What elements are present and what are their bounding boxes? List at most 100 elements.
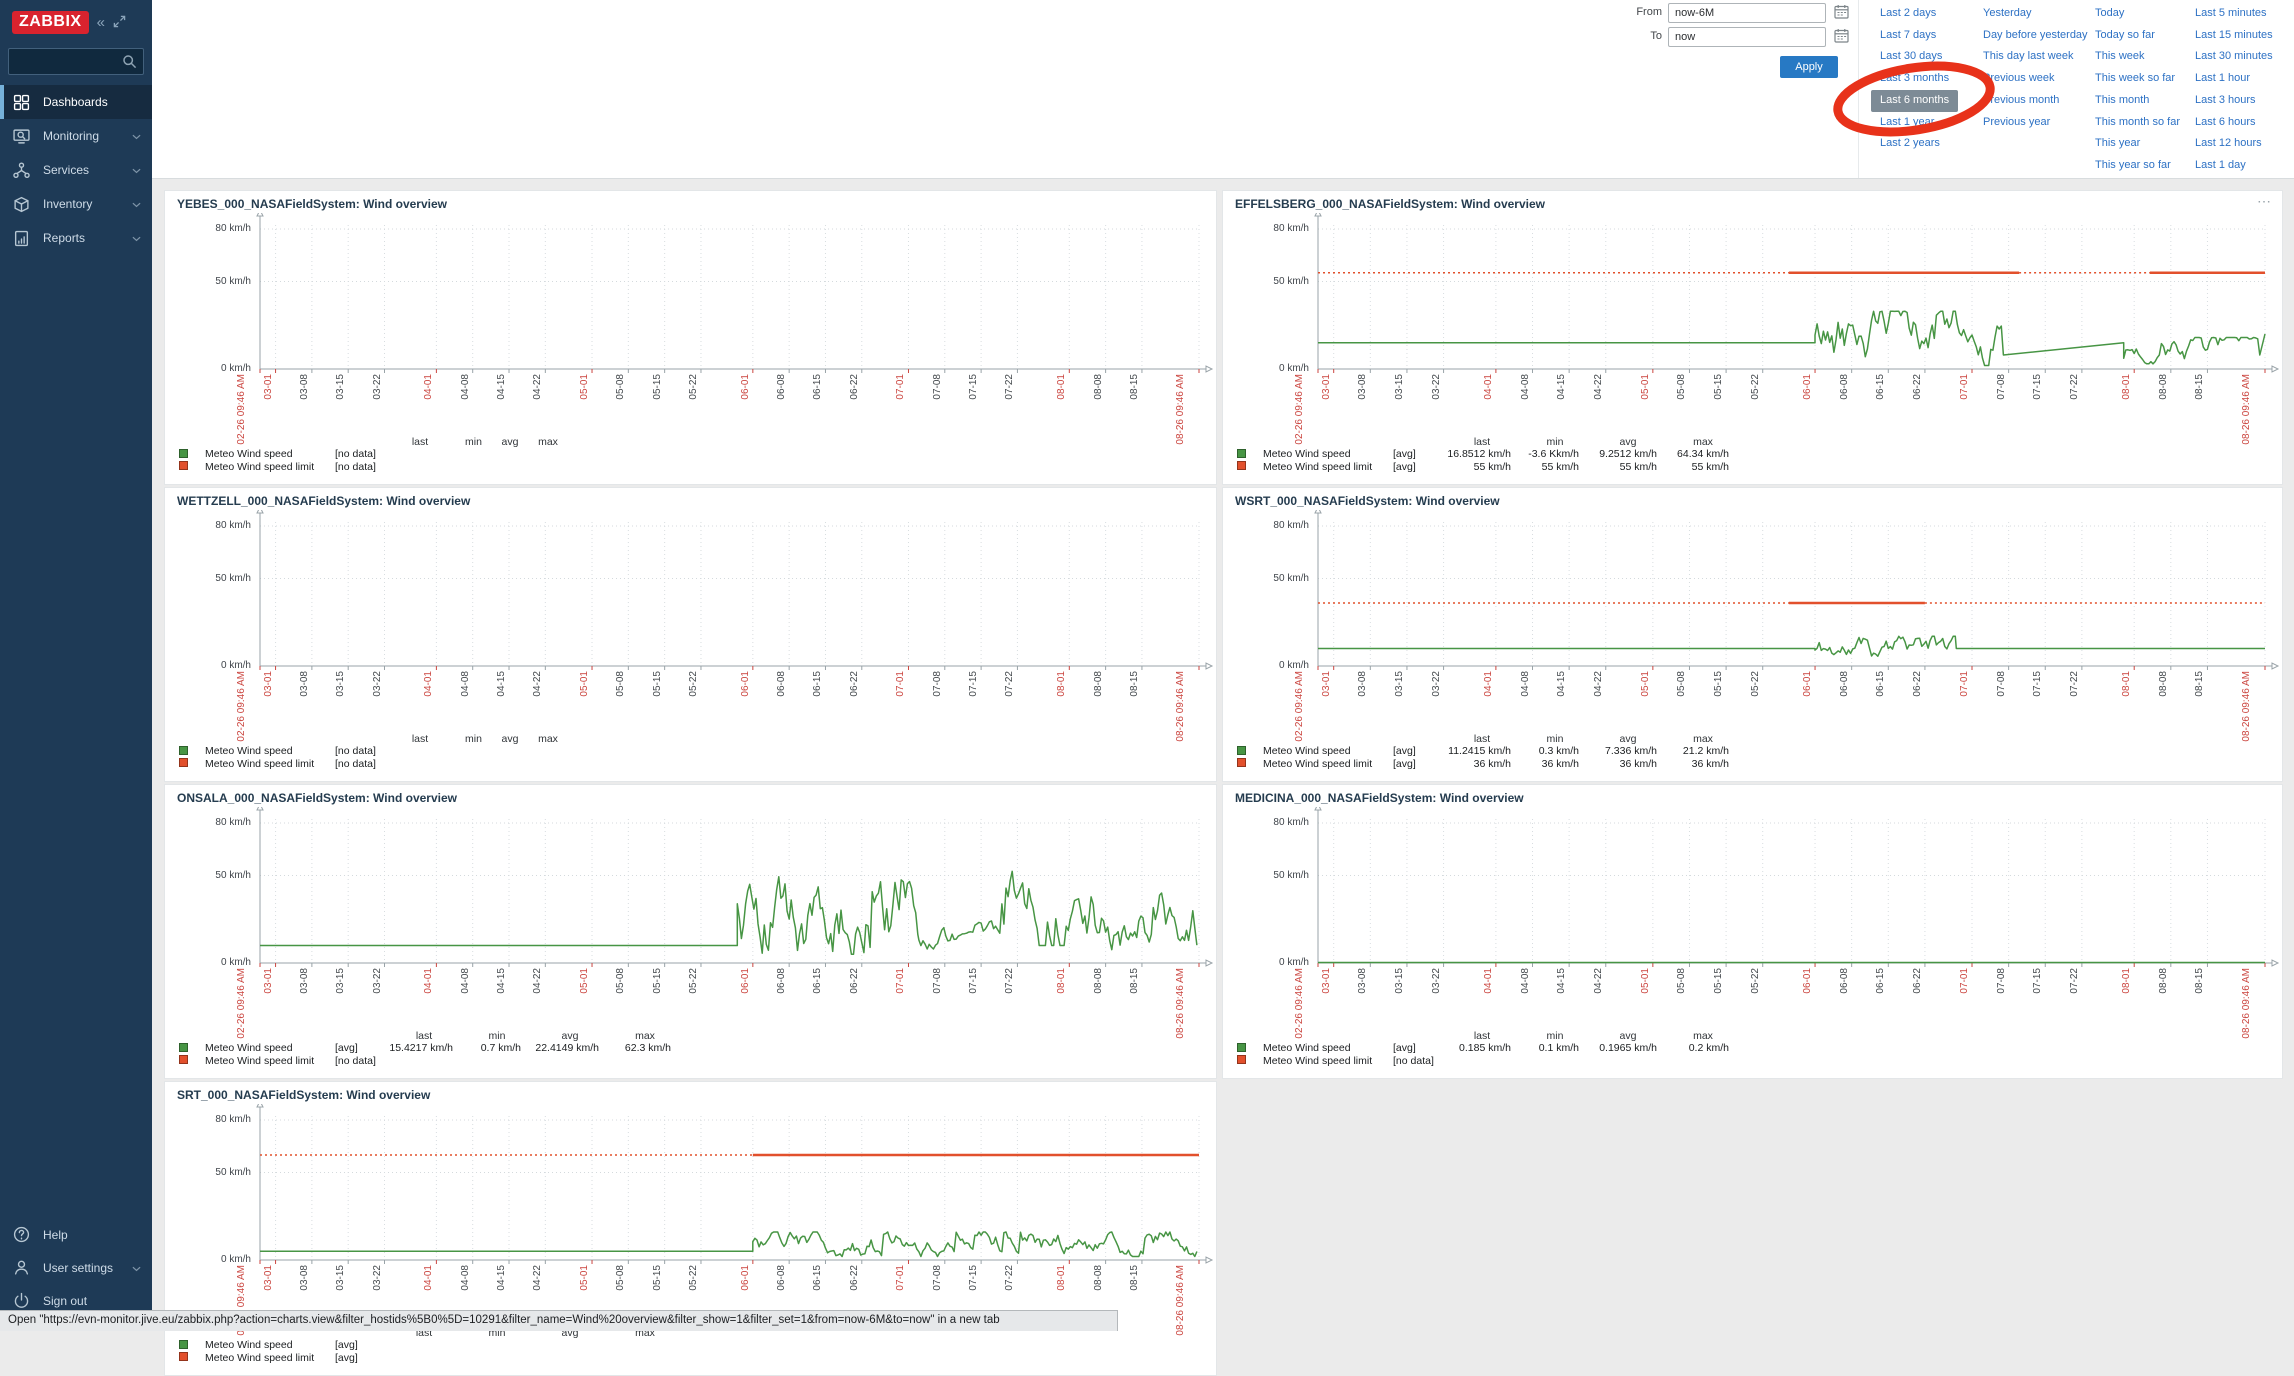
wind-chart-plot-yebes[interactable] (165, 213, 1216, 377)
wind-chart-plot-srt[interactable] (165, 1104, 1216, 1268)
series-stat: 55 km/h (1443, 462, 1521, 474)
timerange-link-previous-week[interactable]: Previous week (1983, 68, 2095, 90)
wind-chart-plot-medicina[interactable] (1223, 807, 2282, 971)
timerange-link-last-30-days[interactable]: Last 30 days (1880, 46, 1983, 68)
timerange-link-this-year-so-far[interactable]: This year so far (2095, 155, 2195, 177)
timerange-link-this-month[interactable]: This month (2095, 90, 2195, 112)
timerange-link-last-2-years[interactable]: Last 2 years (1880, 133, 1983, 155)
expand-sidebar-icon[interactable] (113, 15, 126, 31)
timerange-link-this-week[interactable]: This week (2095, 46, 2195, 68)
timerange-link-today[interactable]: Today (2095, 3, 2195, 25)
sidebar-item-user-settings[interactable]: User settings (0, 1251, 152, 1284)
to-input[interactable] (1668, 27, 1826, 47)
timerange-link-this-day-last-week[interactable]: This day last week (1983, 46, 2095, 68)
legend-header-row: lastminavgmax (179, 734, 568, 746)
y-axis-label: 50 km/h (165, 870, 251, 881)
status-bar-text: Open "https://evn-monitor.jive.eu/zabbix… (8, 1314, 1000, 1326)
x-axis-label: 08-01 (1056, 671, 1067, 697)
timerange-link-last-3-months[interactable]: Last 3 months (1880, 68, 1983, 90)
sidebar-item-inventory[interactable]: Inventory (0, 187, 152, 221)
timerange-link-last-15-minutes[interactable]: Last 15 minutes (2195, 25, 2294, 47)
chart-title-onsala[interactable]: ONSALA_000_NASAFieldSystem: Wind overvie… (165, 785, 1216, 807)
chart-panel-medicina: MEDICINA_000_NASAFieldSystem: Wind overv… (1222, 784, 2283, 1079)
chart-panel-yebes: YEBES_000_NASAFieldSystem: Wind overview… (164, 190, 1217, 485)
x-axis-label: 07-01 (1959, 374, 1970, 400)
legend-swatch (1237, 449, 1246, 458)
timerange-link-last-1-day[interactable]: Last 1 day (2195, 155, 2294, 177)
series-name: Meteo Wind speed (1263, 746, 1393, 758)
wind-chart-plot-onsala[interactable] (165, 807, 1216, 971)
legend-header-min: min (1521, 1031, 1589, 1043)
chart-title-wsrt[interactable]: WSRT_000_NASAFieldSystem: Wind overview (1223, 488, 2282, 510)
collapse-sidebar-icon[interactable]: « (97, 15, 105, 30)
timerange-link-this-month-so-far[interactable]: This month so far (2095, 112, 2195, 134)
monitoring-icon (13, 128, 30, 145)
x-axis-label: 03-22 (1431, 968, 1442, 994)
legend-row-meteo-wind-speed: Meteo Wind speed[avg]0.185 km/h0.1 km/h0… (1237, 1043, 1739, 1056)
timerange-link-previous-month[interactable]: Previous month (1983, 90, 2095, 112)
timerange-link-last-6-hours[interactable]: Last 6 hours (2195, 112, 2294, 134)
to-calendar-icon[interactable] (1832, 28, 1850, 46)
y-axis-label: 80 km/h (165, 1114, 251, 1125)
chart-legend-effelsberg: lastminavgmaxMeteo Wind speed[avg]16.851… (1237, 437, 1739, 474)
x-axis-label: 03-01 (263, 968, 274, 994)
chart-title-medicina[interactable]: MEDICINA_000_NASAFieldSystem: Wind overv… (1223, 785, 2282, 807)
legend-swatch (1237, 1055, 1246, 1064)
timerange-link-last-12-hours[interactable]: Last 12 hours (2195, 133, 2294, 155)
x-axis-label: 03-15 (335, 374, 346, 400)
timerange-link-last-6-months[interactable]: Last 6 months (1871, 90, 1958, 112)
from-input[interactable] (1668, 3, 1826, 23)
series-mode: [no data] (335, 1056, 385, 1068)
timerange-link-last-30-minutes[interactable]: Last 30 minutes (2195, 46, 2294, 68)
time-range-column-2: YesterdayDay before yesterdayThis day la… (1983, 3, 2095, 177)
x-axis-label: 03-08 (299, 671, 310, 697)
legend-row-meteo-wind-speed-limit: Meteo Wind speed limit[no data] (179, 1055, 681, 1068)
panel-menu-icon[interactable]: ⋯ (2257, 193, 2272, 210)
zabbix-logo[interactable]: ZABBIX (12, 11, 89, 34)
series-name: Meteo Wind speed (205, 1340, 335, 1352)
y-axis-label: 50 km/h (165, 573, 251, 584)
chart-area-yebes: 80 km/h50 km/h0 km/h02-26 09:46 AM03-010… (165, 213, 1216, 480)
timerange-link-last-1-year[interactable]: Last 1 year (1880, 112, 1983, 134)
timerange-link-this-week-so-far[interactable]: This week so far (2095, 68, 2195, 90)
from-calendar-icon[interactable] (1832, 4, 1850, 22)
x-axis-label: 07-08 (932, 968, 943, 994)
timerange-link-today-so-far[interactable]: Today so far (2095, 25, 2195, 47)
timerange-link-last-1-hour[interactable]: Last 1 hour (2195, 68, 2294, 90)
x-axis-label: 04-15 (1556, 671, 1567, 697)
x-axis-label: 04-01 (423, 671, 434, 697)
timerange-link-last-3-hours[interactable]: Last 3 hours (2195, 90, 2294, 112)
sidebar-item-reports[interactable]: Reports (0, 221, 152, 255)
chart-title-srt[interactable]: SRT_000_NASAFieldSystem: Wind overview (165, 1082, 1216, 1104)
x-axis-label: 05-15 (1713, 374, 1724, 400)
timerange-link-yesterday[interactable]: Yesterday (1983, 3, 2095, 25)
timerange-link-last-2-days[interactable]: Last 2 days (1880, 3, 1983, 25)
wind-chart-plot-wsrt[interactable] (1223, 510, 2282, 674)
x-axis-label: 07-01 (1959, 968, 1970, 994)
timerange-link-previous-year[interactable]: Previous year (1983, 112, 2095, 134)
x-axis-label: 04-08 (1520, 374, 1531, 400)
legend-header-max: max (1667, 734, 1739, 746)
sidebar-item-dashboards[interactable]: Dashboards (0, 85, 152, 119)
timerange-link-last-5-minutes[interactable]: Last 5 minutes (2195, 3, 2294, 25)
legend-header-row: lastminavgmax (1237, 1031, 1739, 1043)
x-axis-label: 05-01 (1640, 968, 1651, 994)
chart-title-wettzell[interactable]: WETTZELL_000_NASAFieldSystem: Wind overv… (165, 488, 1216, 510)
x-axis-label: 08-15 (2194, 374, 2205, 400)
chart-title-effelsberg[interactable]: EFFELSBERG_000_NASAFieldSystem: Wind ove… (1223, 191, 2282, 213)
chart-title-yebes[interactable]: YEBES_000_NASAFieldSystem: Wind overview (165, 191, 1216, 213)
sidebar-item-services[interactable]: Services (0, 153, 152, 187)
apply-button[interactable]: Apply (1780, 56, 1838, 78)
wind-chart-plot-effelsberg[interactable] (1223, 213, 2282, 377)
timerange-link-last-7-days[interactable]: Last 7 days (1880, 25, 1983, 47)
timerange-link-day-before-yesterday[interactable]: Day before yesterday (1983, 25, 2095, 47)
x-axis-label: 05-22 (688, 671, 699, 697)
series-stat: 0.2 km/h (1667, 1043, 1739, 1055)
legend-header-max: max (528, 734, 568, 746)
sidebar-item-monitoring[interactable]: Monitoring (0, 119, 152, 153)
series-mode: [no data] (335, 746, 385, 758)
wind-chart-plot-wettzell[interactable] (165, 510, 1216, 674)
series-stat: 0.3 km/h (1521, 746, 1589, 758)
timerange-link-this-year[interactable]: This year (2095, 133, 2195, 155)
sidebar-item-help[interactable]: Help (0, 1218, 152, 1251)
